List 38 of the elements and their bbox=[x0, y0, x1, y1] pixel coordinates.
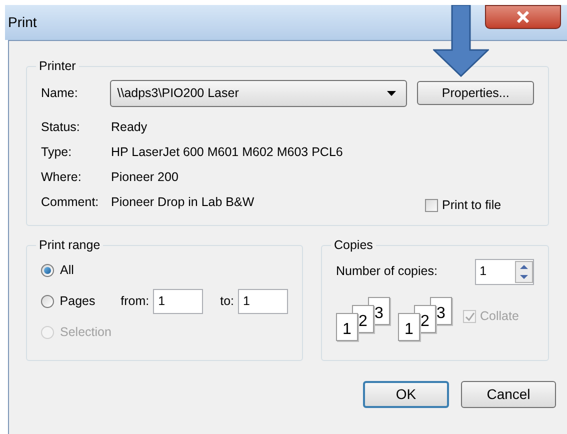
info-label: Comment: bbox=[41, 194, 100, 211]
down-arrow bbox=[433, 5, 489, 77]
dialog-button[interactable]: OK bbox=[363, 381, 449, 408]
field-label: Name: bbox=[41, 84, 79, 102]
group-label: Copies bbox=[333, 237, 374, 254]
info-value: Ready bbox=[111, 118, 148, 136]
to-field[interactable]: 1 bbox=[238, 288, 288, 314]
radio-button[interactable] bbox=[41, 294, 54, 308]
checkbox-label: Collate bbox=[480, 308, 519, 326]
info-value: HP LaserJet 600 M601 M602 M603 PCL6 bbox=[111, 144, 344, 161]
dropdown-caret-icon bbox=[387, 90, 396, 96]
close-button[interactable] bbox=[485, 5, 561, 29]
window-title: Print bbox=[8, 13, 37, 32]
radio-label[interactable]: Pages bbox=[60, 292, 121, 311]
group-label: Printer bbox=[38, 58, 77, 75]
close-icon bbox=[516, 11, 530, 23]
from-field[interactable]: 1 bbox=[153, 288, 204, 314]
spinner-arrows-icon[interactable] bbox=[515, 260, 533, 283]
copies-spinner[interactable]: 1 bbox=[474, 258, 534, 285]
properties-button[interactable]: Properties... bbox=[417, 81, 534, 106]
printer-dropdown[interactable]: \\adps3\PIO200 Laser bbox=[110, 80, 408, 107]
dialog-button[interactable]: Cancel bbox=[461, 381, 556, 408]
field-label: from: bbox=[120, 292, 150, 310]
field-label: to: bbox=[220, 292, 234, 310]
field-label: Number of copies: bbox=[336, 263, 438, 280]
radio-label[interactable]: All bbox=[60, 260, 122, 280]
radio-label: Selection bbox=[60, 324, 112, 341]
info-value: Pioneer Drop in Lab B&W bbox=[111, 194, 256, 211]
info-value: Pioneer 200 bbox=[111, 168, 180, 186]
info-label: Where: bbox=[41, 168, 82, 186]
info-label: Status: bbox=[41, 118, 81, 136]
checkbox-label[interactable]: Print to file bbox=[442, 196, 502, 215]
radio-button[interactable] bbox=[41, 264, 54, 277]
info-label: Type: bbox=[41, 144, 73, 161]
checkbox[interactable] bbox=[425, 198, 438, 212]
page-sheet: 1 bbox=[336, 312, 358, 341]
group-label: Print range bbox=[38, 237, 102, 254]
page-sheet: 1 bbox=[398, 312, 420, 341]
